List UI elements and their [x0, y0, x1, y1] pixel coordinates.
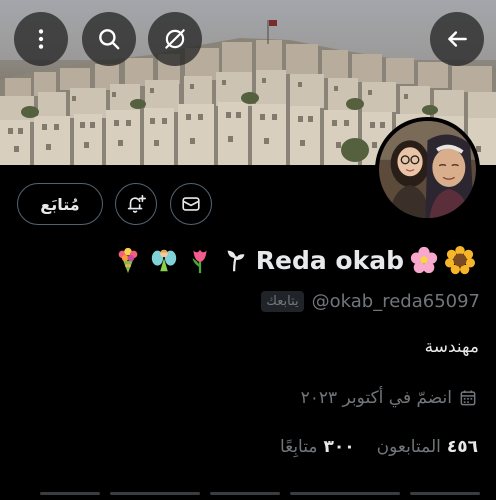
followers-count: ٤٥٦	[446, 437, 478, 457]
avatar-image	[379, 121, 476, 218]
seedling-emoji-icon	[220, 244, 252, 276]
cut-off-text-line	[0, 486, 496, 500]
follow-stats: ٤٥٦ المتابعون ٣٠٠ متابِعًا	[280, 434, 478, 460]
back-button[interactable]	[430, 12, 484, 66]
profile-avatar[interactable]	[375, 117, 480, 222]
mail-icon	[182, 197, 200, 211]
grok-button[interactable]	[148, 12, 202, 66]
user-handle: @okab_reda65097	[311, 290, 480, 312]
more-button[interactable]	[14, 12, 68, 66]
bouquet-emoji-icon	[112, 244, 144, 276]
following-label: متابِعًا	[279, 437, 318, 457]
joined-date-row: انضمّ في أكتوبر ٢٠٢٣	[301, 385, 478, 411]
following-button[interactable]: مُتابَع	[17, 183, 103, 225]
sunflower-emoji-icon	[444, 244, 476, 276]
arrow-left-icon	[448, 31, 467, 47]
cherry-blossom-emoji-icon	[408, 244, 440, 276]
tulip-emoji-icon	[184, 244, 216, 276]
grok-icon	[165, 29, 185, 49]
profile-bio: مهندسة	[424, 337, 479, 357]
search-icon	[99, 29, 120, 50]
display-name: Reda okab	[255, 245, 404, 275]
handle-row: يتابعك @okab_reda65097	[261, 286, 480, 316]
following-link[interactable]: ٣٠٠ متابِعًا	[280, 437, 355, 457]
notifications-button[interactable]	[115, 183, 157, 225]
following-count: ٣٠٠	[323, 437, 355, 457]
more-vertical-icon	[38, 29, 44, 49]
joined-date: انضمّ في أكتوبر ٢٠٢٣	[300, 388, 452, 408]
search-button[interactable]	[82, 12, 136, 66]
fairy-emoji-icon	[148, 244, 180, 276]
following-button-label: مُتابَع	[40, 194, 80, 214]
display-name-row: Reda okab	[112, 240, 476, 280]
bell-plus-icon	[127, 194, 146, 213]
follows-you-badge: يتابعك	[261, 290, 304, 312]
followers-link[interactable]: ٤٥٦ المتابعون	[377, 437, 478, 457]
calendar-icon	[460, 390, 476, 406]
followers-label: المتابعون	[376, 437, 441, 457]
message-button[interactable]	[170, 183, 212, 225]
